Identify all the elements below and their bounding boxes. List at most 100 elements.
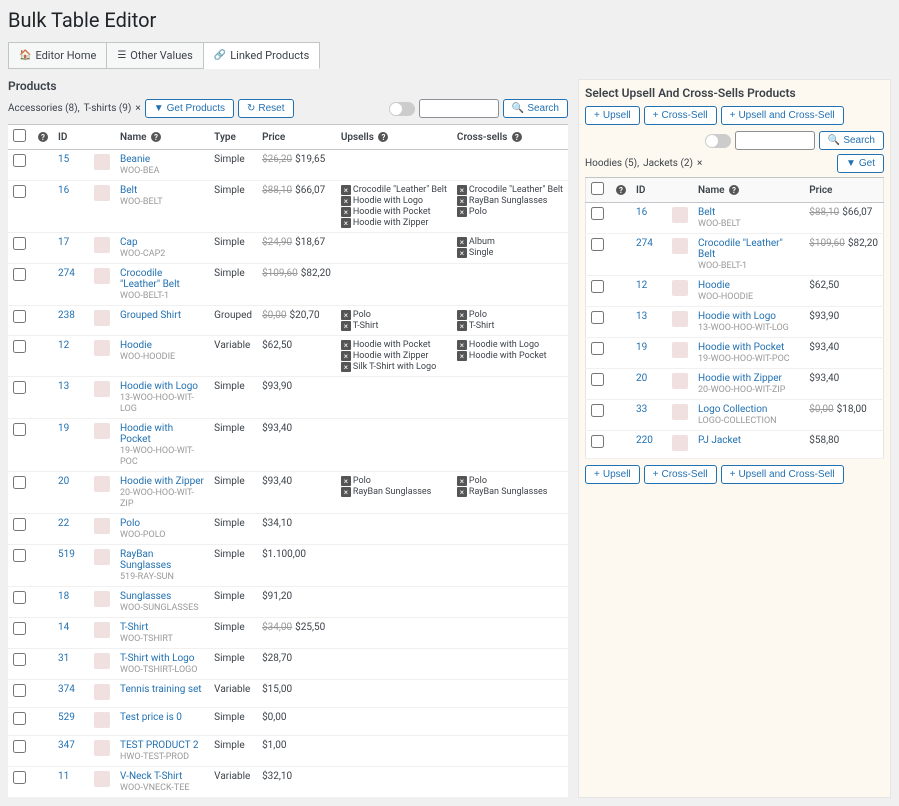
linked-product-pill[interactable]: ×Hoodie with Pocket xyxy=(341,340,447,350)
product-id-link[interactable]: 20 xyxy=(636,373,647,384)
product-name-link[interactable]: Sunglasses xyxy=(120,591,171,602)
upsell-cross-button[interactable]: +Upsell and Cross-Sell xyxy=(721,106,844,125)
toggle-switch[interactable] xyxy=(389,102,415,116)
product-name-link[interactable]: Crocodile "Leather" Belt xyxy=(698,238,783,260)
col-name[interactable]: Name ? xyxy=(115,125,209,150)
row-checkbox[interactable] xyxy=(13,684,26,697)
info-icon[interactable]: ? xyxy=(729,185,739,195)
linked-product-pill[interactable]: ×RayBan Sunglasses xyxy=(457,196,563,206)
row-checkbox[interactable] xyxy=(13,423,26,436)
product-name-link[interactable]: T-Shirt with Logo xyxy=(120,653,194,664)
product-id-link[interactable]: 347 xyxy=(58,740,75,751)
product-id-link[interactable]: 220 xyxy=(636,435,653,446)
col-upsells[interactable]: Upsells ? xyxy=(336,125,452,150)
cross-sell-button[interactable]: +Cross-Sell xyxy=(644,106,717,125)
linked-product-pill[interactable]: ×Polo xyxy=(341,310,447,320)
product-id-link[interactable]: 15 xyxy=(58,154,69,165)
select-all-checkbox[interactable] xyxy=(13,129,26,142)
linked-product-pill[interactable]: ×RayBan Sunglasses xyxy=(341,487,447,497)
remove-icon[interactable]: × xyxy=(341,362,351,372)
tab-other-values[interactable]: ☰Other Values xyxy=(107,42,203,69)
search-button[interactable]: 🔍Search xyxy=(503,99,568,118)
remove-icon[interactable]: × xyxy=(457,351,467,361)
product-id-link[interactable]: 519 xyxy=(58,549,75,560)
row-checkbox[interactable] xyxy=(13,549,26,562)
col-crosssells[interactable]: Cross-sells ? xyxy=(452,125,568,150)
remove-icon[interactable]: × xyxy=(457,207,467,217)
info-icon[interactable]: ? xyxy=(151,132,161,142)
col-id[interactable]: ID xyxy=(631,178,667,203)
row-checkbox[interactable] xyxy=(591,404,604,417)
product-name-link[interactable]: Hoodie with Logo xyxy=(698,311,776,322)
linked-product-pill[interactable]: ×Hoodie with Logo xyxy=(341,196,447,206)
linked-product-pill[interactable]: ×Hoodie with Zipper xyxy=(341,351,447,361)
product-name-link[interactable]: Test price is 0 xyxy=(120,712,182,723)
linked-product-pill[interactable]: ×Hoodie with Logo xyxy=(457,340,563,350)
info-icon[interactable]: ? xyxy=(616,185,626,195)
search-input-right[interactable] xyxy=(735,131,815,150)
product-name-link[interactable]: TEST PRODUCT 2 xyxy=(120,740,198,751)
product-name-link[interactable]: Hoodie with Pocket xyxy=(120,423,173,445)
product-name-link[interactable]: Polo xyxy=(120,518,140,529)
get-button-right[interactable]: ▼Get xyxy=(837,154,884,173)
product-id-link[interactable]: 374 xyxy=(58,684,75,695)
category-filters[interactable]: Accessories (8), T-shirts (9) × xyxy=(8,103,141,114)
row-checkbox[interactable] xyxy=(13,771,26,784)
linked-product-pill[interactable]: ×T-Shirt xyxy=(457,321,563,331)
get-products-button[interactable]: ▼Get Products xyxy=(145,99,234,118)
remove-icon[interactable]: × xyxy=(457,196,467,206)
product-name-link[interactable]: V-Neck T-Shirt xyxy=(120,771,182,782)
product-name-link[interactable]: Tennis training set xyxy=(120,684,202,695)
product-name-link[interactable]: Beanie xyxy=(120,154,150,165)
linked-product-pill[interactable]: ×Crocodile "Leather" Belt xyxy=(457,185,563,195)
toggle-switch-right[interactable] xyxy=(705,134,731,148)
row-checkbox[interactable] xyxy=(13,154,26,167)
remove-icon[interactable]: × xyxy=(341,218,351,228)
remove-icon[interactable]: × xyxy=(341,185,351,195)
product-id-link[interactable]: 16 xyxy=(636,207,647,218)
search-input[interactable] xyxy=(419,99,499,118)
reset-button[interactable]: ↻Reset xyxy=(238,99,294,118)
row-checkbox[interactable] xyxy=(13,237,26,250)
linked-product-pill[interactable]: ×Polo xyxy=(457,207,563,217)
product-name-link[interactable]: Grouped Shirt xyxy=(120,310,181,321)
row-checkbox[interactable] xyxy=(591,280,604,293)
cross-sell-button-bottom[interactable]: +Cross-Sell xyxy=(644,465,717,484)
product-id-link[interactable]: 19 xyxy=(58,423,69,434)
linked-product-pill[interactable]: ×Single xyxy=(457,248,563,258)
product-name-link[interactable]: PJ Jacket xyxy=(698,435,741,446)
linked-product-pill[interactable]: ×Hoodie with Pocket xyxy=(457,351,563,361)
row-checkbox[interactable] xyxy=(13,381,26,394)
search-button-right[interactable]: 🔍Search xyxy=(819,131,884,150)
product-name-link[interactable]: Crocodile "Leather" Belt xyxy=(120,268,180,290)
remove-icon[interactable]: × xyxy=(341,207,351,217)
remove-icon[interactable]: × xyxy=(341,340,351,350)
row-checkbox[interactable] xyxy=(591,238,604,251)
product-id-link[interactable]: 16 xyxy=(58,185,69,196)
info-icon[interactable]: ? xyxy=(512,132,522,142)
linked-product-pill[interactable]: ×Album xyxy=(457,237,563,247)
product-name-link[interactable]: RayBan Sunglasses xyxy=(120,549,171,571)
product-name-link[interactable]: Hoodie with Pocket xyxy=(698,342,784,353)
product-name-link[interactable]: T-Shirt xyxy=(120,622,148,633)
remove-icon[interactable]: × xyxy=(457,321,467,331)
upsell-button-bottom[interactable]: +Upsell xyxy=(585,465,640,484)
row-checkbox[interactable] xyxy=(13,268,26,281)
upsell-button[interactable]: +Upsell xyxy=(585,106,640,125)
product-name-link[interactable]: Hoodie with Zipper xyxy=(120,476,204,487)
linked-product-pill[interactable]: ×Polo xyxy=(457,310,563,320)
product-name-link[interactable]: Hoodie with Logo xyxy=(120,381,198,392)
row-checkbox[interactable] xyxy=(591,435,604,448)
select-all-right-checkbox[interactable] xyxy=(591,182,604,195)
col-type[interactable]: Type xyxy=(209,125,257,150)
row-checkbox[interactable] xyxy=(13,591,26,604)
col-id[interactable]: ID xyxy=(53,125,89,150)
product-id-link[interactable]: 13 xyxy=(636,311,647,322)
product-id-link[interactable]: 18 xyxy=(58,591,69,602)
close-icon[interactable]: × xyxy=(697,158,702,169)
product-id-link[interactable]: 12 xyxy=(58,340,69,351)
product-name-link[interactable]: Hoodie with Zipper xyxy=(698,373,782,384)
row-checkbox[interactable] xyxy=(13,185,26,198)
row-checkbox[interactable] xyxy=(13,653,26,666)
remove-icon[interactable]: × xyxy=(341,351,351,361)
